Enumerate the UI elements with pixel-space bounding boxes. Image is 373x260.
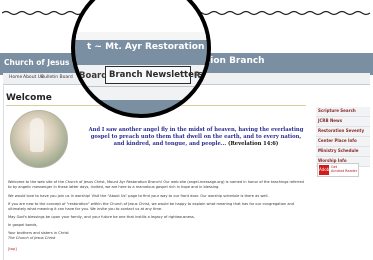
- nav-item-bulletin[interactable]: Bulletin Board: [41, 75, 73, 80]
- angel-figure: [30, 118, 44, 152]
- adobe-line-1: Get: [331, 165, 338, 169]
- sidebar-item-jcrb-news[interactable]: JCRB News: [316, 117, 370, 127]
- worship-paragraph: We would love to have you join us in wor…: [8, 194, 269, 198]
- zoom-site-title: t ~ Mt. Ayr Restoration Branch: [87, 42, 207, 52]
- sidebar-item-center-place[interactable]: Center Place Info: [316, 137, 370, 147]
- branch-newsletters-label: Branch Newsletters: [109, 70, 204, 80]
- nav-item-branch-newsletters[interactable]: Branch Newsletters: [105, 66, 203, 84]
- scripture-ref: (Revelation 14:6): [228, 141, 279, 148]
- page-title: Welcome: [6, 93, 52, 103]
- adobe-logo-icon: Adobe: [319, 165, 332, 175]
- zoom-edge: [75, 32, 207, 40]
- sidebar-item-scripture-search[interactable]: Scripture Search: [316, 107, 370, 117]
- adobe-line-3: Reader: [345, 169, 358, 174]
- sidebar-item-restoration-seventy[interactable]: Restoration Seventy: [316, 127, 370, 137]
- sidebar-item-ministry-schedule[interactable]: Ministry Schedule: [316, 147, 370, 157]
- scripture-quote: And I saw another angel fly in the midst…: [86, 127, 306, 148]
- top-link[interactable]: [top]: [8, 247, 308, 252]
- adobe-line-2: Acrobat: [331, 169, 345, 174]
- signature-line-2: The Church of Jesus Christ: [8, 236, 56, 240]
- sidebar: Scripture Search JCRB News Restoration S…: [316, 107, 370, 167]
- restoration-paragraph: If you are new to the concept of "restor…: [8, 202, 295, 211]
- welcome-paragraph: Welcome to the web site of the Church of…: [8, 180, 304, 189]
- blessing-paragraph: May God's blessings be upon your family,…: [8, 215, 195, 219]
- adobe-badge-text: Get Acrobat Reader: [331, 165, 357, 174]
- zoom-top-area: [75, 0, 207, 36]
- nav-item-home[interactable]: Home: [9, 75, 22, 80]
- zoom-divider: [75, 86, 207, 87]
- closing-line: In gospel bonds,: [8, 223, 38, 227]
- adobe-reader-badge[interactable]: Adobe Get Acrobat Reader: [317, 163, 359, 177]
- zoom-nav-board[interactable]: Board: [79, 71, 107, 81]
